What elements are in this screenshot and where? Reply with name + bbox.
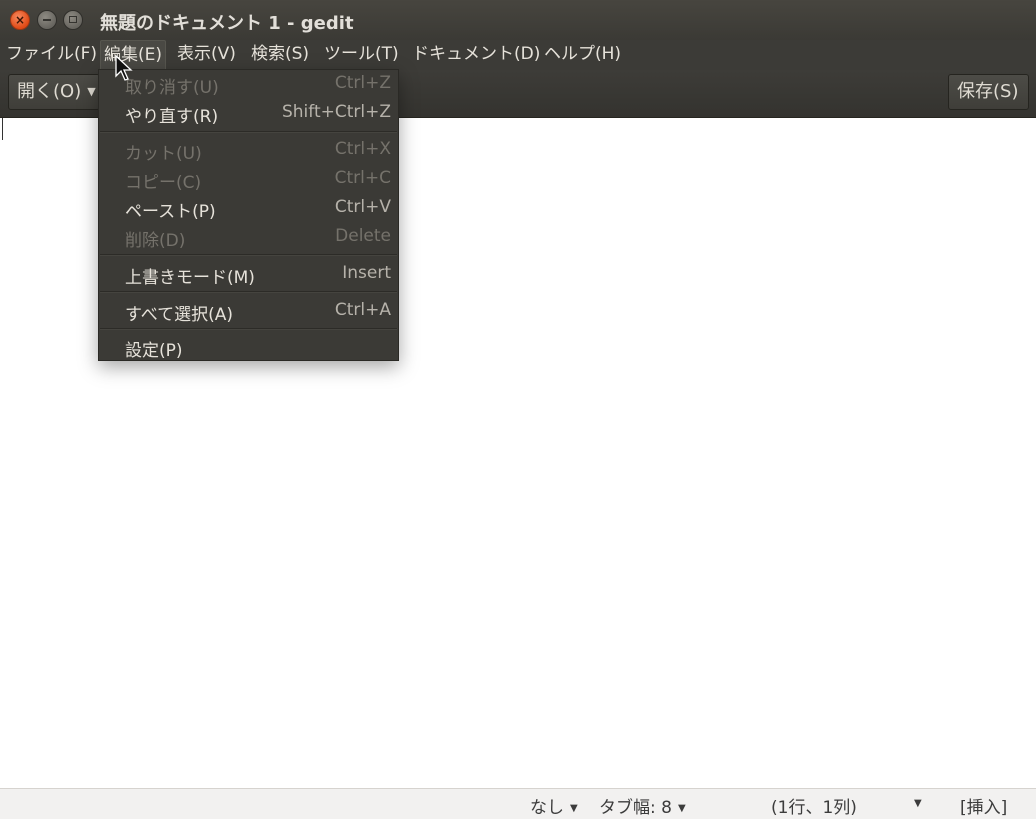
- edit-menu-dropdown: 取り消す(U) Ctrl+Z やり直す(R) Shift+Ctrl+Z カット(…: [98, 69, 399, 361]
- menu-item-cut[interactable]: カット(U) Ctrl+X: [99, 136, 398, 165]
- menu-item-label: 削除(D): [125, 231, 186, 251]
- mouse-pointer-icon: [115, 55, 133, 81]
- open-button[interactable]: 開く(O) ▼: [8, 74, 100, 110]
- menu-item-shortcut: Insert: [342, 263, 391, 283]
- insert-mode-indicator[interactable]: [挿入]: [960, 793, 1007, 818]
- menu-separator: [100, 254, 397, 256]
- menu-item-redo[interactable]: やり直す(R) Shift+Ctrl+Z: [99, 99, 398, 128]
- menu-item-shortcut: Shift+Ctrl+Z: [281, 102, 391, 122]
- menu-item-label: 設定(P): [125, 341, 183, 361]
- menu-separator: [100, 291, 397, 293]
- menu-item-shortcut: Delete: [335, 226, 391, 246]
- chevron-down-icon: ▼: [914, 798, 922, 809]
- menu-item-label: ペースト(P): [125, 202, 216, 222]
- menu-view[interactable]: 表示(V): [177, 40, 236, 68]
- menu-item-shortcut: Ctrl+C: [334, 168, 391, 188]
- open-button-label: 開く(O): [17, 81, 82, 102]
- save-button-label: 保存(S): [957, 81, 1019, 102]
- menu-help[interactable]: ヘルプ(H): [544, 40, 621, 68]
- menu-item-shortcut: Ctrl+V: [334, 197, 391, 217]
- tab-width-selector[interactable]: タブ幅: 8 ▼: [599, 793, 686, 818]
- maximize-icon: [69, 16, 77, 23]
- syntax-label: なし: [530, 798, 564, 818]
- menu-item-copy[interactable]: コピー(C) Ctrl+C: [99, 165, 398, 194]
- menu-item-preferences[interactable]: 設定(P): [99, 333, 398, 362]
- position-dropdown[interactable]: ▼: [908, 793, 922, 813]
- menu-item-label: すべて選択(A): [125, 305, 234, 325]
- close-icon: ×: [14, 13, 26, 27]
- menu-item-undo[interactable]: 取り消す(U) Ctrl+Z: [99, 70, 398, 99]
- minimize-icon: [43, 19, 51, 21]
- menu-bar: ファイル(F) 編集(E) 表示(V) 検索(S) ツール(T) ドキュメント(…: [0, 40, 1036, 70]
- tab-width-label: タブ幅: 8: [599, 798, 672, 818]
- menu-tools[interactable]: ツール(T): [324, 40, 399, 68]
- window-title: 無題のドキュメント 1 - gedit: [100, 13, 354, 34]
- menu-item-label: コピー(C): [125, 173, 202, 193]
- menu-item-delete[interactable]: 削除(D) Delete: [99, 223, 398, 252]
- menu-item-shortcut: Ctrl+A: [334, 300, 391, 320]
- menu-item-shortcut: Ctrl+Z: [334, 73, 391, 93]
- close-window-button[interactable]: ×: [10, 10, 30, 30]
- text-caret: [2, 118, 3, 140]
- maximize-window-button[interactable]: [63, 10, 83, 30]
- menu-item-label: やり直す(R): [125, 107, 219, 127]
- title-bar: × 無題のドキュメント 1 - gedit: [0, 0, 1036, 40]
- menu-item-label: カット(U): [125, 144, 202, 164]
- menu-file[interactable]: ファイル(F): [6, 40, 97, 68]
- menu-separator: [100, 131, 397, 133]
- chevron-down-icon: ▼: [87, 85, 96, 98]
- menu-separator: [100, 328, 397, 330]
- menu-item-shortcut: Ctrl+X: [334, 139, 391, 159]
- menu-item-overwrite-mode[interactable]: 上書きモード(M) Insert: [99, 260, 398, 289]
- menu-item-paste[interactable]: ペースト(P) Ctrl+V: [99, 194, 398, 223]
- chevron-down-icon: ▼: [570, 803, 578, 814]
- menu-edit[interactable]: 編集(E): [100, 40, 167, 70]
- status-bar: なし ▼ タブ幅: 8 ▼ (1行、1列) ▼ [挿入]: [0, 788, 1036, 819]
- menu-item-label: 上書きモード(M): [125, 268, 255, 288]
- chevron-down-icon: ▼: [677, 803, 686, 814]
- cursor-position: (1行、1列): [771, 798, 857, 818]
- save-button[interactable]: 保存(S): [948, 74, 1029, 110]
- menu-search[interactable]: 検索(S): [251, 40, 309, 68]
- syntax-selector[interactable]: なし ▼: [530, 793, 578, 818]
- minimize-window-button[interactable]: [37, 10, 57, 30]
- menu-item-select-all[interactable]: すべて選択(A) Ctrl+A: [99, 297, 398, 326]
- menu-document[interactable]: ドキュメント(D): [412, 40, 540, 68]
- menu-item-label: 取り消す(U): [125, 78, 219, 98]
